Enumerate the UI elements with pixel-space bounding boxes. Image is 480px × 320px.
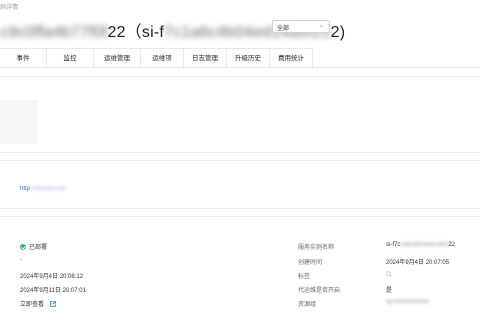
- filter-select[interactable]: 全部 ⌄: [272, 20, 330, 33]
- divider: [0, 208, 480, 209]
- view-now-link[interactable]: 立即查看: [20, 299, 56, 308]
- tab-bar: 事件 监控 运维管理 运维项 日志管理 升级历史 费用统计: [0, 48, 480, 68]
- filter-select-value: 全部: [277, 26, 290, 32]
- instance-name-prefix: si-f7c: [386, 242, 401, 248]
- resource-group-label: 资源组: [298, 302, 317, 308]
- external-link-icon: [49, 301, 56, 307]
- status-row: 已部署: [20, 242, 47, 251]
- tab-log-management[interactable]: 日志管理: [184, 48, 227, 67]
- tags-label: 标签: [298, 274, 311, 280]
- tab-ops-management[interactable]: 运维管理: [94, 48, 141, 67]
- search-icon: [386, 271, 392, 277]
- instance-name-label: 服务实例名称: [298, 245, 335, 251]
- endpoint-link[interactable]: http://xxxxxxx.xxx: [20, 186, 67, 192]
- divider: [0, 152, 480, 153]
- title-suffix: 2): [330, 24, 346, 41]
- instance-name-hidden: 1a6c4b04ed14d0f: [400, 242, 449, 248]
- proxy-enabled-label: 代运维是否开启: [298, 288, 341, 294]
- endpoint-link-hidden: ://xxxxxxx.xxx: [30, 186, 67, 192]
- divider: [0, 216, 480, 217]
- placeholder-block: [0, 100, 38, 144]
- created-time-value: 2024年9月4日 20:07:05: [386, 260, 450, 266]
- check-circle-icon: [20, 244, 26, 250]
- breadcrumb: 例详情: [0, 5, 19, 11]
- upgraded-time-value: 2024年9月11日 20:07:01: [20, 288, 86, 294]
- resource-group-value: rg-xxxxxxxxxxxx: [386, 299, 430, 305]
- proxy-enabled-value: 是: [386, 288, 393, 294]
- tab-monitoring[interactable]: 监控: [47, 48, 94, 67]
- endpoint-link-prefix: http: [20, 186, 31, 192]
- created-time-label: 创建时间: [298, 260, 323, 266]
- chevron-down-icon: ⌄: [318, 23, 324, 29]
- divider: [0, 76, 480, 77]
- description-value: -: [20, 257, 22, 263]
- tab-upgrade-history[interactable]: 升级历史: [227, 48, 270, 67]
- title-prefix: c: [0, 24, 9, 41]
- divider: [0, 160, 480, 161]
- instance-name-value: si-f7c1a6c4b04ed14d0f22: [386, 242, 455, 248]
- updated-time-value: 2024年9月4日 20:08:12: [20, 274, 84, 280]
- tab-cost-stats[interactable]: 费用统计: [270, 48, 313, 67]
- title-row: c9c0ffa4b77f0f22（si-f7c1a6c4b04ed14d0f21…: [0, 16, 480, 41]
- title-hidden-1: 9c0ffa4b77f0f: [8, 24, 108, 41]
- tags-value[interactable]: [386, 271, 392, 279]
- tab-events[interactable]: 事件: [0, 48, 47, 67]
- status-text: 已部署: [29, 245, 48, 251]
- title-mid: 22（si-f: [107, 24, 165, 41]
- instance-name-suffix: 22: [448, 242, 456, 248]
- tab-ops-items[interactable]: 运维项: [141, 48, 184, 67]
- view-now-label: 立即查看: [20, 302, 45, 308]
